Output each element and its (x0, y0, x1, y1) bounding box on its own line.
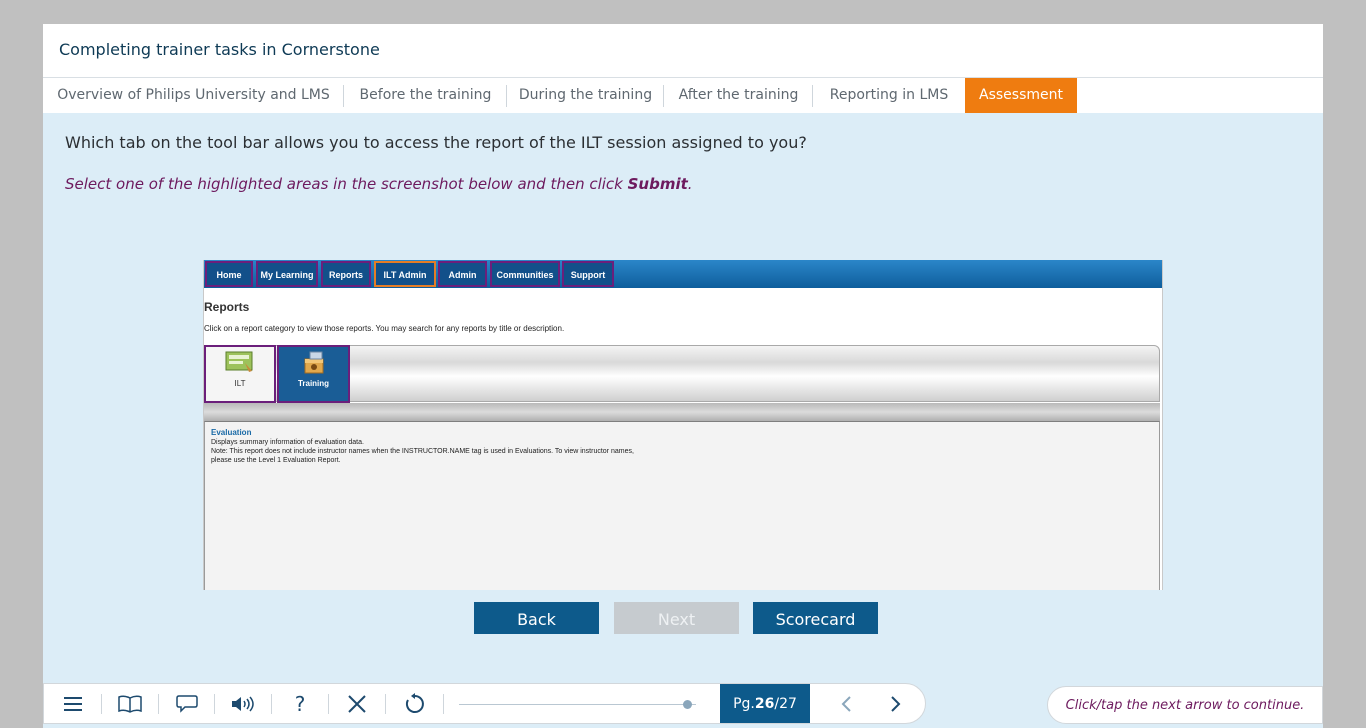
previous-arrow-icon[interactable] (826, 684, 866, 723)
category-divider (204, 403, 1160, 421)
tab-label: Reporting in LMS (829, 87, 949, 103)
tab-assessment[interactable]: Assessment (965, 78, 1077, 113)
section-tabs: Overview of Philips University and LMS B… (43, 78, 1323, 113)
hotspot-communities[interactable]: Communities (490, 261, 560, 287)
next-arrow-icon[interactable] (876, 684, 916, 723)
help-icon[interactable]: ? (280, 684, 320, 723)
screenshot-description: Click on a report category to view those… (204, 324, 565, 333)
replay-icon[interactable] (395, 684, 435, 723)
question-text: Which tab on the tool bar allows you to … (65, 133, 807, 152)
evaluation-line: please use the Level 1 Evaluation Report… (211, 457, 341, 464)
category-label: Training (297, 379, 330, 388)
hotspot-ilt-category[interactable]: ILT (204, 345, 276, 403)
instruction-submit: Submit (627, 175, 688, 193)
hint-bubble: Click/tap the next arrow to continue. (1047, 686, 1323, 724)
training-icon (304, 351, 323, 374)
hotspot-ilt-admin[interactable]: ILT Admin (374, 261, 436, 287)
screenshot-toolbar: Home My Learning Reports ILT Admin Admin… (204, 260, 1162, 288)
hotspot-support[interactable]: Support (562, 261, 614, 287)
chat-icon[interactable] (167, 684, 207, 723)
bottom-toolbar: ? Pg. 26/27 (43, 683, 926, 724)
tab-after-training[interactable]: After the training (664, 78, 813, 113)
tab-overview[interactable]: Overview of Philips University and LMS (43, 78, 344, 113)
course-title: Completing trainer tasks in Cornerstone (59, 40, 380, 59)
tab-label: During the training (518, 87, 653, 103)
tab-label: Before the training (359, 87, 492, 103)
tab-label: Overview of Philips University and LMS (57, 87, 330, 103)
tab-before-training[interactable]: Before the training (344, 78, 507, 113)
scorecard-button[interactable]: Scorecard (753, 602, 878, 634)
book-icon[interactable] (110, 684, 150, 723)
hotspot-screenshot: Home My Learning Reports ILT Admin Admin… (203, 260, 1163, 590)
page-indicator: Pg. 26/27 (720, 684, 810, 723)
evaluation-line: Displays summary information of evaluati… (211, 439, 364, 446)
evaluation-line: Note: This report does not include instr… (211, 448, 634, 455)
progress-knob[interactable] (682, 700, 692, 709)
tab-during-training[interactable]: During the training (507, 78, 664, 113)
menu-icon[interactable] (54, 684, 92, 723)
hotspot-admin[interactable]: Admin (438, 261, 487, 287)
category-label: ILT (234, 379, 246, 388)
page-prefix: Pg. (733, 695, 755, 712)
page-total: /27 (774, 695, 797, 712)
instruction-main: Select one of the highlighted areas in t… (65, 175, 628, 193)
back-button[interactable]: Back (474, 602, 599, 634)
title-bar: Completing trainer tasks in Cornerstone (43, 24, 1323, 78)
hotspot-reports[interactable]: Reports (321, 261, 371, 287)
instruction-end: . (687, 175, 693, 193)
evaluation-icon (225, 351, 253, 372)
tab-reporting[interactable]: Reporting in LMS (813, 78, 965, 113)
tab-label: Assessment (979, 87, 1063, 103)
next-button[interactable]: Next (614, 602, 739, 634)
hotspot-my-learning[interactable]: My Learning (256, 261, 318, 287)
tab-label: After the training (678, 87, 799, 103)
speaker-icon[interactable] (223, 684, 263, 723)
hotspot-home[interactable]: Home (205, 261, 253, 287)
close-icon[interactable] (337, 684, 377, 723)
hotspot-training-category[interactable]: Training (277, 345, 350, 403)
progress-track (459, 704, 696, 705)
instruction-text: Select one of the highlighted areas in t… (65, 175, 693, 193)
screenshot-heading: Reports (204, 300, 250, 314)
evaluation-title: Evaluation (211, 428, 252, 437)
report-panel: Evaluation Displays summary information … (204, 421, 1160, 590)
page-current: 26 (754, 695, 775, 712)
course-window: Completing trainer tasks in Cornerstone … (43, 24, 1323, 728)
